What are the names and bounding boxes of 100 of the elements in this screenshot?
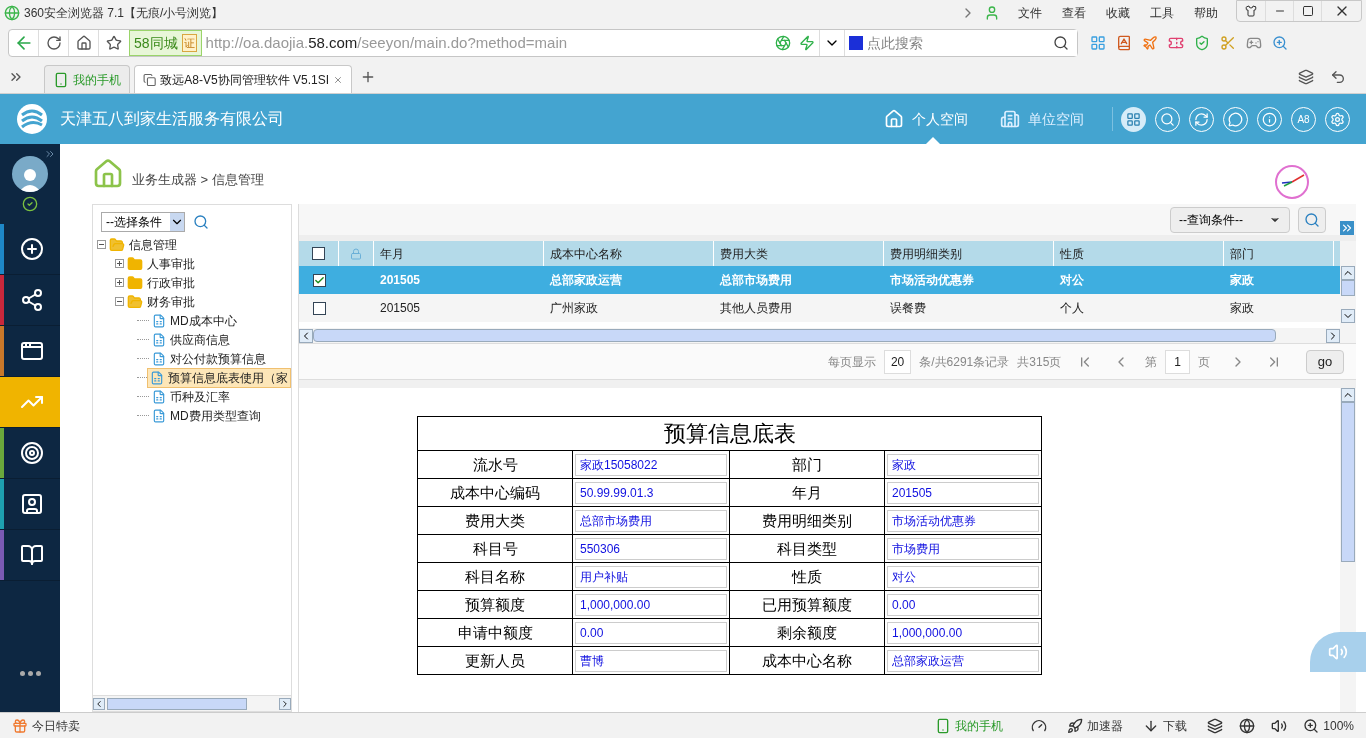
field-value: 市场活动优惠券 [887, 509, 1039, 532]
shield-icon[interactable] [1194, 35, 1210, 51]
pager-label: 页 [1198, 353, 1210, 371]
tree-item[interactable]: 人事审批 [147, 254, 195, 273]
rocket-icon[interactable] [1067, 717, 1084, 734]
status-link[interactable]: 加速器 [1087, 716, 1124, 735]
nav-item[interactable] [0, 479, 60, 530]
table-cell-text: 对公 [1060, 272, 1084, 289]
selected-pointer [926, 137, 940, 144]
tree-item[interactable]: 供应商信息 [149, 329, 233, 350]
nav-item[interactable] [0, 428, 60, 479]
home-icon[interactable] [92, 158, 124, 190]
speaker-icon [1328, 642, 1348, 662]
nav-item[interactable] [0, 275, 60, 326]
field-value: 对公 [887, 565, 1039, 588]
expand-panel-icon[interactable] [1340, 221, 1354, 235]
status-link[interactable]: 今日特卖 [32, 716, 80, 735]
ticket-icon[interactable] [1168, 35, 1184, 51]
chat-icon [1228, 111, 1243, 127]
clock-icon[interactable] [1274, 164, 1310, 200]
layers-icon[interactable] [1207, 717, 1224, 734]
zoom-icon[interactable] [1303, 717, 1320, 734]
condition-select[interactable]: --选择条件 [101, 212, 185, 232]
menu-item[interactable]: 文件 [1008, 4, 1052, 22]
share-icon [20, 288, 44, 312]
gamepad-icon[interactable] [1246, 35, 1262, 51]
avatar[interactable] [12, 156, 48, 192]
collapse-icon[interactable] [97, 240, 106, 249]
menu-item[interactable]: 查看 [1052, 4, 1096, 22]
gift-icon[interactable] [12, 717, 28, 734]
menu-item[interactable]: 帮助 [1184, 4, 1228, 22]
record-count: 条/共6291条记录 [919, 353, 1010, 371]
tree-item[interactable]: MD费用类型查询 [149, 405, 264, 426]
windows-icon[interactable] [1298, 69, 1314, 85]
expand-icon[interactable] [115, 278, 124, 287]
page-size-field[interactable]: 20 [883, 349, 912, 374]
scroll-thumb[interactable] [1341, 402, 1355, 562]
tree-item[interactable]: MD成本中心 [149, 310, 240, 331]
menu-item[interactable]: 收藏 [1096, 4, 1140, 22]
page-field[interactable]: 1 [1165, 349, 1190, 374]
zoom-level[interactable]: 100% [1323, 716, 1354, 735]
go-button[interactable]: go [1306, 349, 1344, 374]
scroll-right-icon[interactable] [1326, 328, 1340, 343]
tree-item[interactable]: 财务审批 [147, 292, 195, 311]
page-count: 共315页 [1017, 353, 1062, 371]
field-value: 0.00 [575, 621, 727, 644]
scroll-right-icon[interactable] [279, 697, 291, 710]
new-tab-icon[interactable] [360, 69, 376, 85]
volume-icon[interactable] [1271, 717, 1288, 734]
tree-item[interactable]: 预算信息底表使用（家 [147, 367, 291, 388]
menu-item[interactable]: 工具 [1140, 4, 1184, 22]
tree-item[interactable]: 币种及汇率 [149, 386, 233, 407]
user-icon[interactable] [984, 5, 1000, 21]
query-select[interactable]: --查询条件-- [1170, 206, 1290, 233]
scroll-thumb[interactable] [313, 329, 1276, 342]
row-checkbox[interactable] [312, 301, 326, 315]
scroll-up-icon[interactable] [1341, 266, 1355, 280]
scroll-down-icon[interactable] [1341, 309, 1355, 323]
vertical-scrollbar[interactable] [1340, 241, 1356, 343]
globe-icon[interactable] [1239, 717, 1256, 734]
tree-item[interactable]: 行政审批 [147, 273, 195, 292]
grid-button[interactable] [1121, 106, 1146, 132]
apps-icon[interactable] [1090, 35, 1106, 51]
target-icon [20, 441, 44, 465]
expand-icon[interactable] [115, 259, 124, 268]
select-all-checkbox[interactable] [312, 247, 325, 260]
status-link[interactable]: 下载 [1163, 716, 1188, 735]
search-button[interactable] [1298, 206, 1326, 233]
form-icon [152, 313, 166, 328]
collapse-icon[interactable] [115, 297, 124, 306]
gauge-icon[interactable] [1031, 717, 1048, 734]
tree-item[interactable]: 对公付款预算信息 [149, 348, 269, 369]
nav-item[interactable] [0, 224, 60, 275]
search-icon[interactable] [193, 214, 209, 230]
scroll-thumb[interactable] [1341, 280, 1355, 296]
scroll-left-icon[interactable] [93, 697, 105, 710]
scissors-icon[interactable] [1220, 35, 1236, 51]
form-icon [152, 351, 166, 366]
table-cell-text: 其他人员费用 [720, 300, 792, 317]
dictionary-icon[interactable] [1116, 35, 1132, 51]
field-label: 科目号 [472, 539, 518, 557]
field-label: 成本中心名称 [762, 651, 852, 669]
table-cell-text: 总部家政运营 [550, 272, 622, 289]
row-checkbox[interactable] [312, 273, 326, 287]
tree-item[interactable]: 信息管理 [129, 235, 177, 254]
table-row[interactable]: 201505 广州家政 其他人员费用 误餐费 个人 家政 [299, 294, 1340, 322]
search-icon [1304, 211, 1320, 228]
nav-item[interactable] [0, 530, 60, 581]
undo-icon[interactable] [1330, 69, 1346, 85]
scroll-up-icon[interactable] [1341, 388, 1355, 402]
window-title: 360安全浏览器 7.1【无痕/小号浏览】 [24, 5, 224, 22]
folder-icon [109, 236, 125, 253]
nav-item[interactable] [0, 326, 60, 377]
expand-icon[interactable] [44, 148, 56, 160]
scroll-left-icon[interactable] [299, 328, 313, 343]
horizontal-scrollbar[interactable] [93, 695, 291, 711]
browser-tab[interactable]: 致远A8-V5协同管理软件 V5.1SI [134, 65, 352, 93]
plane-icon[interactable] [1142, 35, 1158, 51]
scroll-thumb[interactable] [107, 697, 247, 710]
horizontal-scrollbar[interactable] [299, 328, 1340, 343]
